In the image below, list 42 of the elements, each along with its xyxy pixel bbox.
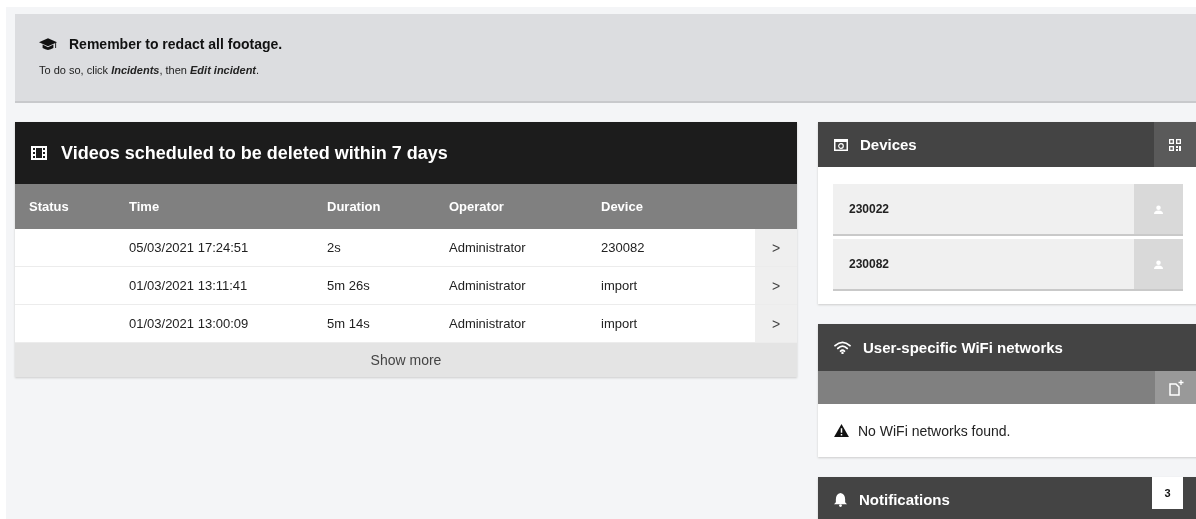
warning-icon (834, 424, 849, 437)
wifi-icon (834, 341, 851, 354)
table-cell-text: 230082 (601, 240, 646, 255)
table-cell-text: 2s (327, 240, 342, 255)
open-row-button[interactable]: > (755, 229, 797, 266)
person-icon (1154, 204, 1163, 214)
table-cell-text: Administrator (449, 240, 527, 255)
column-header: Duration (327, 199, 382, 214)
card-title: Videos scheduled to be deleted within 7 days (61, 142, 448, 164)
banner-text: To do so, click Incidents, then Edit incident. (39, 64, 261, 76)
bell-icon (834, 492, 847, 507)
camera-icon (834, 138, 848, 151)
device-item[interactable]: 230022 (833, 184, 1183, 234)
open-row-button[interactable]: > (755, 267, 797, 304)
person-icon (1154, 259, 1163, 269)
add-document-icon (1167, 379, 1184, 396)
column-header: Time (128, 199, 161, 214)
table-cell-text: 5m 26s (327, 278, 371, 293)
table-cell-text: import (601, 316, 639, 331)
device-item[interactable]: 230082 (833, 239, 1183, 289)
open-row-button[interactable]: > (755, 305, 797, 342)
show-more-button[interactable]: Show more (15, 343, 797, 377)
table-cell-text: Administrator (449, 278, 527, 293)
table-cell-text: 01/03/2021 13:11:41 (128, 278, 249, 293)
card-title: Notifications (859, 491, 950, 508)
card-title: Devices (860, 136, 917, 153)
column-header: Status (28, 199, 70, 214)
table-cell-text: 01/03/2021 13:00:09 (128, 316, 250, 331)
qr-code-button[interactable] (1154, 122, 1196, 167)
banner-title: Remember to redact all footage. (69, 36, 283, 52)
table-cell-text: import (601, 278, 639, 293)
qr-code-icon (1169, 138, 1181, 151)
card-title: User-specific WiFi networks (863, 339, 1063, 356)
count-badge: 3 (1152, 477, 1183, 509)
film-icon (31, 146, 47, 160)
column-header: Operator (449, 199, 505, 214)
table-cell-text: Administrator (449, 316, 527, 331)
empty-message: No WiFi networks found. (858, 422, 1011, 439)
graduation-cap-icon (39, 37, 57, 51)
column-header: Device (601, 199, 644, 214)
table-cell-text: 05/03/2021 17:24:51 (128, 240, 250, 255)
table-cell-text: 5m 14s (327, 316, 371, 331)
